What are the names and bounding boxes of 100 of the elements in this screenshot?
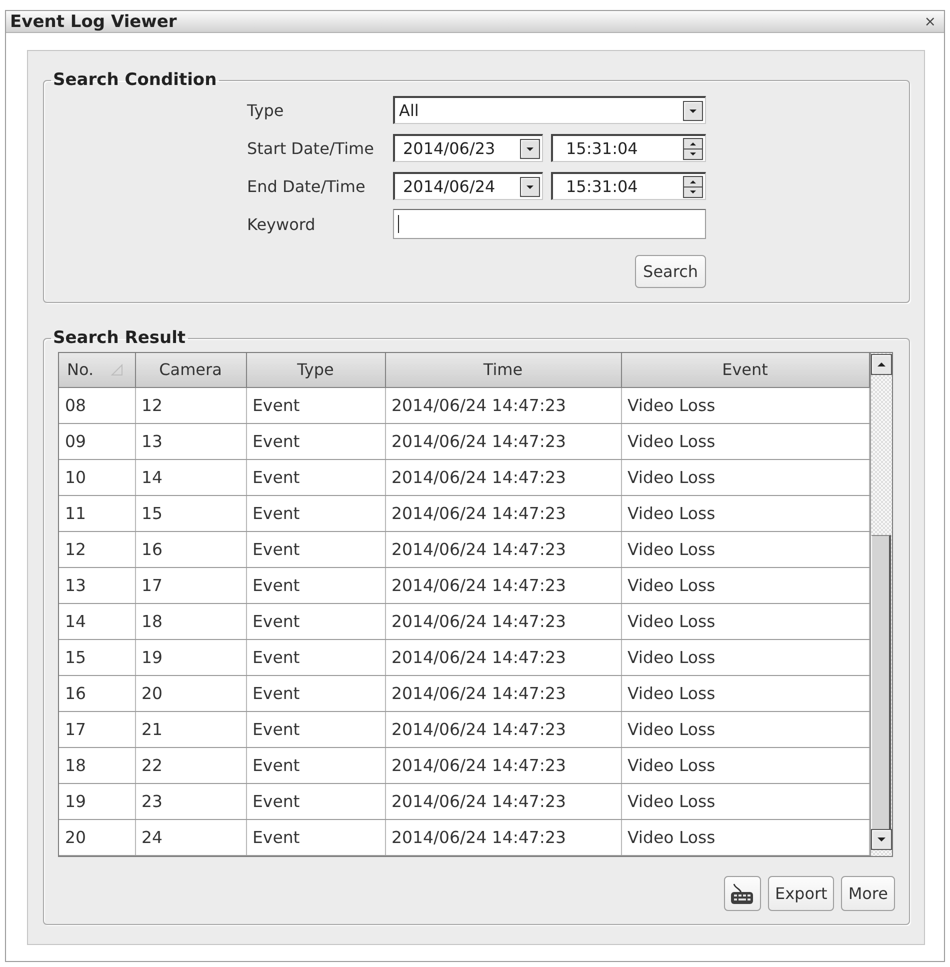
table-cell: Video Loss [621,567,869,603]
table-cell: Event [246,603,385,639]
table-cell: 2014/06/24 14:47:23 [385,639,621,675]
table-cell: Video Loss [621,675,869,711]
keyword-field[interactable] [393,209,706,239]
field-label: Keyword [247,214,316,234]
table-cell: 20 [135,675,246,711]
table-cell: Event [246,711,385,747]
close-button[interactable]: × [922,14,938,28]
column-header[interactable]: Time [385,353,621,387]
table-cell: 2014/06/24 14:47:23 [385,711,621,747]
spinner-arrows-icon [683,176,703,198]
group-title: Search Result [52,327,187,349]
table-cell: 22 [135,747,246,783]
table-cell: 16 [135,531,246,567]
column-header[interactable]: Event [621,353,869,387]
sort-icon [110,364,123,376]
table-cell: 15 [135,495,246,531]
table-cell: 12 [135,387,246,423]
table-cell: Event [246,495,385,531]
table-cell: Video Loss [621,387,869,423]
table-cell: Event [246,675,385,711]
column-header[interactable]: Type [246,353,385,387]
table-cell: Event [246,747,385,783]
table-cell: 15 [59,639,135,675]
field-label: End Date/Time [247,176,366,196]
date-dropdown[interactable]: 2014/06/24 [393,172,543,200]
column-header[interactable]: Camera [135,353,246,387]
table-cell: 21 [135,711,246,747]
table-cell: 2014/06/24 14:47:23 [385,531,621,567]
vertical-scrollbar[interactable] [870,353,892,856]
table-cell: 17 [135,567,246,603]
window-title: Event Log Viewer [10,12,177,32]
table-cell: 10 [59,459,135,495]
table-cell: Event [246,423,385,459]
toolbar-button[interactable]: Export [768,876,834,911]
table-cell: Video Loss [621,603,869,639]
group-title: Search Condition [52,69,218,91]
keyboard-icon [730,882,754,904]
table-cell: 2014/06/24 14:47:23 [385,603,621,639]
table-cell: 14 [59,603,135,639]
date-dropdown[interactable]: 2014/06/23 [393,134,543,162]
table-cell: 12 [59,531,135,567]
table-cell: Event [246,819,385,855]
table-cell: Video Loss [621,495,869,531]
table-cell: 18 [135,603,246,639]
table-cell: 2014/06/24 14:47:23 [385,567,621,603]
type-dropdown[interactable]: All [393,96,706,124]
time-spinner[interactable]: 15:31:04 [551,172,706,200]
table-cell: Video Loss [621,711,869,747]
table-cell: 14 [135,459,246,495]
table-cell: Event [246,783,385,819]
search-button[interactable]: Search [635,255,706,288]
text-cursor-icon [398,215,399,233]
table-cell: 2014/06/24 14:47:23 [385,819,621,855]
spinner-arrows-icon [683,138,703,160]
scrollbar-thumb[interactable] [871,535,892,829]
table-cell: 18 [59,747,135,783]
table-cell: Video Loss [621,639,869,675]
caret-icon [520,176,540,196]
table-cell: 16 [59,675,135,711]
caret-icon [683,100,703,120]
table-cell: 08 [59,387,135,423]
keyboard-button[interactable] [724,876,761,911]
table-cell: Video Loss [621,747,869,783]
table-cell: Video Loss [621,423,869,459]
table-cell: Video Loss [621,783,869,819]
table-cell: 19 [135,639,246,675]
table-cell: 24 [135,819,246,855]
caret-icon [520,138,540,158]
table-cell: 23 [135,783,246,819]
table-cell: 2014/06/24 14:47:23 [385,495,621,531]
table-cell: Event [246,531,385,567]
table-cell: 2014/06/24 14:47:23 [385,387,621,423]
field-label: Type [247,100,285,120]
table-cell: 09 [59,423,135,459]
table-cell: 13 [59,567,135,603]
table-cell: 2014/06/24 14:47:23 [385,747,621,783]
toolbar-button[interactable]: More [841,876,895,911]
column-header[interactable]: No. [59,353,135,387]
table-cell: 2014/06/24 14:47:23 [385,423,621,459]
table-cell: Video Loss [621,531,869,567]
table-cell: Event [246,459,385,495]
table-cell: Video Loss [621,459,869,495]
table-cell: Event [246,387,385,423]
table-cell: 2014/06/24 14:47:23 [385,783,621,819]
time-spinner[interactable]: 15:31:04 [551,134,706,162]
field-label: Start Date/Time [247,138,375,158]
table-cell: 2014/06/24 14:47:23 [385,459,621,495]
scroll-up-arrow-icon[interactable] [870,354,892,375]
table-cell: 13 [135,423,246,459]
table-cell: 19 [59,783,135,819]
table-cell: Event [246,639,385,675]
table-cell: Video Loss [621,819,869,855]
table-cell: 17 [59,711,135,747]
table-cell: 20 [59,819,135,855]
table-cell: 2014/06/24 14:47:23 [385,675,621,711]
table-cell: 11 [59,495,135,531]
table-cell: Event [246,567,385,603]
scroll-down-arrow-icon[interactable] [870,829,892,850]
